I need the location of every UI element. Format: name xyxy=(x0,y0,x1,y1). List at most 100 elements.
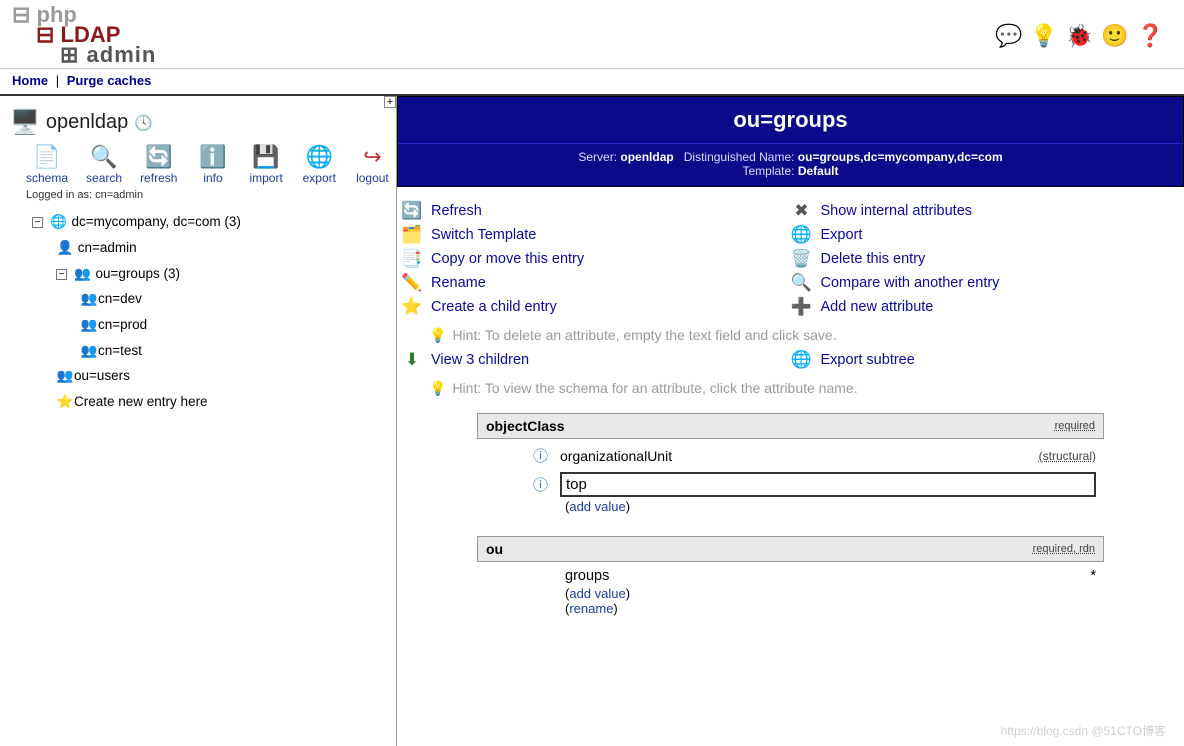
tree-cn-prod-label[interactable]: cn=prod xyxy=(98,317,147,332)
attr-objectclass-val1: ⓘ organizationalUnit (structural) xyxy=(477,439,1104,466)
action-add-attr-label[interactable]: Add new attribute xyxy=(821,299,934,315)
tree-ou-groups[interactable]: − 👥 ou=groups (3) xyxy=(56,261,390,287)
toolbar-search[interactable]: 🔍search xyxy=(86,143,122,185)
attr-ou-addvalue[interactable]: add value xyxy=(569,586,625,601)
toolbar-refresh[interactable]: 🔄refresh xyxy=(140,143,177,185)
action-view-children[interactable]: ⬇View 3 children xyxy=(401,348,791,372)
attr-objectclass-val2-input[interactable] xyxy=(560,472,1096,497)
header-icons: 💬 💡 🐞 🙂 ❓ xyxy=(995,23,1172,49)
add-icon: ➕ xyxy=(791,297,813,317)
action-switch-template[interactable]: 🗂️Switch Template xyxy=(401,223,791,247)
attr-objectclass-links: (add value) xyxy=(477,497,1104,524)
help-icon[interactable]: ❓ xyxy=(1137,23,1164,49)
attr-ou-star: * xyxy=(1090,568,1096,584)
attr-objectclass-head: objectClass required xyxy=(477,413,1104,439)
action-delete-label[interactable]: Delete this entry xyxy=(821,251,926,267)
action-compare[interactable]: 🔍Compare with another entry xyxy=(791,271,1181,295)
server-name: openldap xyxy=(46,111,128,134)
tree-collapse-icon[interactable]: − xyxy=(32,217,43,228)
group-icon: 👥 xyxy=(80,338,98,364)
action-switch-template-label[interactable]: Switch Template xyxy=(431,227,536,243)
toolbar-export[interactable]: 🌐export xyxy=(302,143,337,185)
group-icon: 👥 xyxy=(80,286,98,312)
action-show-internal-label[interactable]: Show internal attributes xyxy=(821,203,973,219)
attr-ou-val-text: groups xyxy=(565,568,609,584)
tree-create-new-label[interactable]: Create new entry here xyxy=(74,394,208,409)
sidebar-collapse-icon[interactable]: + xyxy=(384,96,396,108)
lightbulb-icon: 💡 xyxy=(429,327,452,343)
entry-header: ou=groups Server: openldap Distinguished… xyxy=(397,96,1184,187)
entry-actions-2: ⬇View 3 children 🌐 Export subtree xyxy=(397,348,1184,376)
refresh-icon: 🔄 xyxy=(145,143,173,171)
tree-cn-prod[interactable]: 👥cn=prod xyxy=(80,312,390,338)
app-logo: ⊟ php ⊟ LDAP ⊞ admin xyxy=(12,3,156,68)
tree-root-label[interactable]: dc=mycompany, dc=com (3) xyxy=(72,214,241,229)
action-copy-move[interactable]: 📑Copy or move this entry xyxy=(401,247,791,271)
nav-home[interactable]: Home xyxy=(12,73,48,88)
action-refresh-label[interactable]: Refresh xyxy=(431,203,482,219)
lightbulb-icon: 💡 xyxy=(429,380,452,396)
bug-icon[interactable]: 🐞 xyxy=(1066,23,1093,49)
action-delete[interactable]: 🗑️ Delete this entry xyxy=(791,247,1181,271)
tree-cn-admin[interactable]: 👤 cn=admin xyxy=(56,235,390,261)
tree-root[interactable]: − 🌐 dc=mycompany, dc=com (3) xyxy=(32,209,390,235)
action-create-child-label[interactable]: Create a child entry xyxy=(431,299,557,315)
toolbar-logout[interactable]: ↪logout xyxy=(355,143,390,185)
entry-title: ou=groups xyxy=(398,97,1183,144)
logo-line3: ⊞ admin xyxy=(60,45,156,65)
attr-ou-name[interactable]: ou xyxy=(486,541,503,557)
action-copy-move-label[interactable]: Copy or move this entry xyxy=(431,251,584,267)
clock-icon[interactable]: 🕓 xyxy=(134,114,153,132)
hint-delete-text: Hint: To delete an attribute, empty the … xyxy=(452,327,836,343)
tree-cn-test-label[interactable]: cn=test xyxy=(98,343,142,358)
attr-objectclass-addvalue[interactable]: add value xyxy=(569,499,625,514)
toolbar-schema[interactable]: 📄schema xyxy=(26,143,68,185)
help-request-icon[interactable]: 💬 xyxy=(995,23,1022,49)
tree-ou-groups-label[interactable]: ou=groups (3) xyxy=(96,266,180,281)
tree-cn-test[interactable]: 👥cn=test xyxy=(80,338,390,364)
tree-ou-users-label[interactable]: ou=users xyxy=(74,368,130,383)
toolbar-import[interactable]: 💾import xyxy=(249,143,284,185)
action-export[interactable]: 🌐Export xyxy=(791,223,1181,247)
info-icon[interactable]: ⓘ xyxy=(533,445,548,466)
attr-objectclass-required: required xyxy=(1055,420,1095,432)
tree-ou-users[interactable]: 👥ou=users xyxy=(56,363,390,389)
action-export-subtree-label[interactable]: Export subtree xyxy=(821,352,915,368)
action-rename-label[interactable]: Rename xyxy=(431,275,486,291)
action-refresh[interactable]: 🔄Refresh xyxy=(401,199,791,223)
smiley-icon[interactable]: 🙂 xyxy=(1101,23,1128,49)
hint-schema: 💡Hint: To view the schema for an attribu… xyxy=(397,376,1184,401)
action-create-child[interactable]: ⭐Create a child entry xyxy=(401,295,791,319)
action-rename[interactable]: ✏️Rename xyxy=(401,271,791,295)
toolbar-info[interactable]: ℹ️info xyxy=(195,143,230,185)
schema-icon: 📄 xyxy=(33,143,61,171)
top-nav: Home | Purge caches xyxy=(0,69,1184,96)
attr-objectclass-name[interactable]: objectClass xyxy=(486,418,565,434)
attr-ou-head: ou required, rdn xyxy=(477,536,1104,562)
server-icon: 🖥️ xyxy=(10,108,40,137)
meta-server-label: Server: xyxy=(578,150,617,164)
trash-icon: 🗑️ xyxy=(791,249,813,269)
export-icon: 🌐 xyxy=(791,350,813,370)
attr-ou-rename[interactable]: rename xyxy=(569,601,613,616)
action-export-label[interactable]: Export xyxy=(821,227,863,243)
logout-icon: ↪ xyxy=(358,143,386,171)
tree-collapse-icon[interactable]: − xyxy=(56,269,67,280)
action-compare-label[interactable]: Compare with another entry xyxy=(821,275,1000,291)
action-view-children-label[interactable]: View 3 children xyxy=(431,352,529,368)
action-add-attr[interactable]: ➕ Add new attribute xyxy=(791,295,1181,319)
meta-dn: ou=groups,dc=mycompany,dc=com xyxy=(798,150,1003,164)
info-icon[interactable]: ⓘ xyxy=(533,474,548,495)
tree-cn-dev[interactable]: 👥cn=dev xyxy=(80,286,390,312)
attr-objectclass: objectClass required ⓘ organizationalUni… xyxy=(477,413,1104,524)
tree-cn-dev-label[interactable]: cn=dev xyxy=(98,291,142,306)
nav-purge-caches[interactable]: Purge caches xyxy=(67,73,152,88)
lightbulb-icon[interactable]: 💡 xyxy=(1030,23,1057,49)
meta-tpl-label: Template: xyxy=(742,164,794,178)
action-export-subtree[interactable]: 🌐 Export subtree xyxy=(791,348,1181,372)
toolbar-logout-label: logout xyxy=(356,171,389,185)
tree-create-new[interactable]: ⭐Create new entry here xyxy=(56,389,390,415)
tree-cn-admin-label[interactable]: cn=admin xyxy=(78,240,137,255)
action-show-internal[interactable]: ✖Show internal attributes xyxy=(791,199,1181,223)
toolbar-schema-label: schema xyxy=(26,171,68,185)
